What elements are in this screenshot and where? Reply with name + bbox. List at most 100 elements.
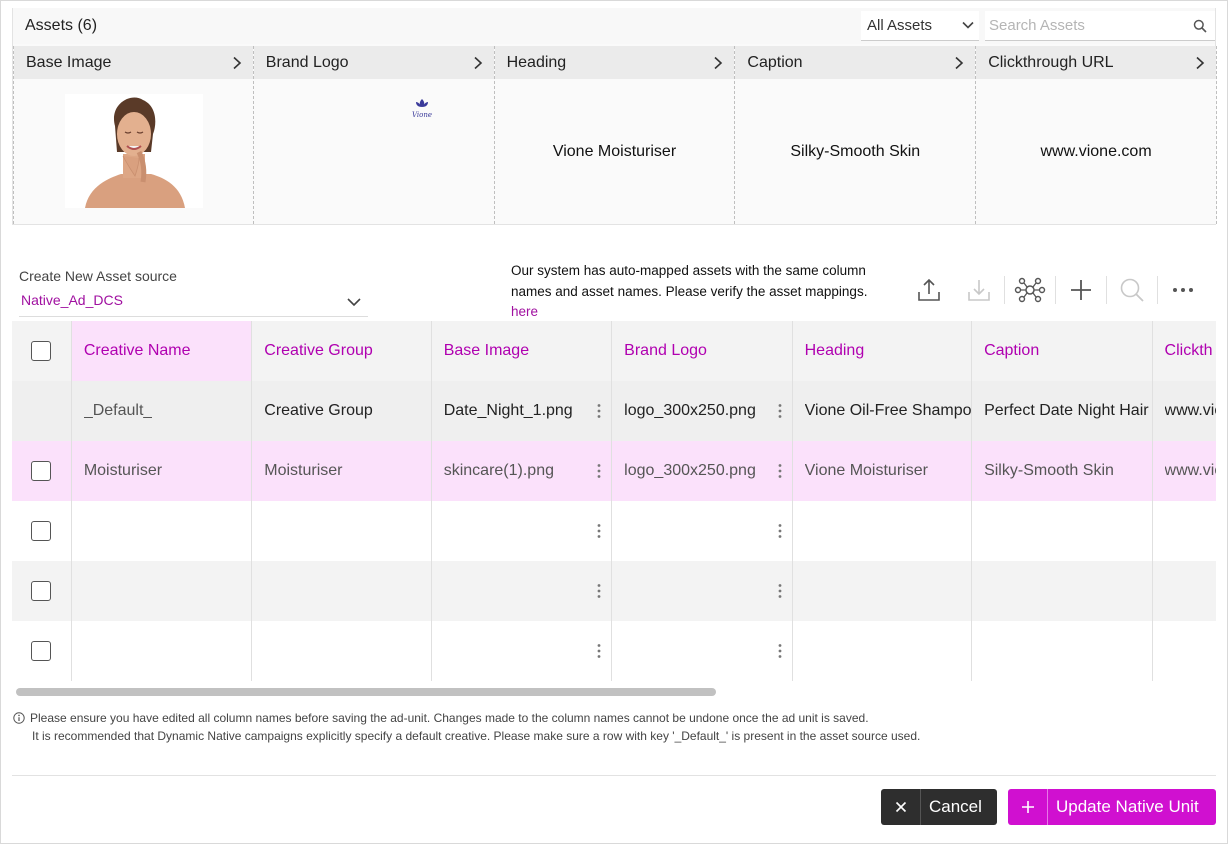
chevron-right-icon: [955, 56, 964, 70]
grid-cell[interactable]: logo_300x250.png: [612, 381, 793, 441]
grid-cell[interactable]: [793, 561, 973, 621]
chevron-down-icon: [962, 21, 974, 29]
table-row[interactable]: [12, 501, 1216, 561]
grid-cell[interactable]: www.vione.com: [1153, 381, 1216, 441]
grid-cell[interactable]: [1153, 501, 1216, 561]
asset-source-grid: Creative Name Creative Group Base Image …: [12, 321, 1216, 683]
search-icon[interactable]: [1193, 19, 1207, 33]
grid-cell[interactable]: Perfect Date Night Hair: [972, 381, 1153, 441]
grid-cell[interactable]: Vione Moisturiser: [793, 441, 973, 501]
table-row[interactable]: _Default_ Creative Group Date_Night_1.pn…: [12, 381, 1216, 441]
column-header[interactable]: Brand Logo: [612, 321, 793, 381]
cancel-button[interactable]: Cancel: [881, 789, 997, 825]
kebab-menu-icon[interactable]: [597, 463, 601, 479]
grid-cell[interactable]: [972, 561, 1153, 621]
download-button[interactable]: [962, 273, 996, 307]
kebab-menu-icon[interactable]: [778, 463, 782, 479]
grid-cell[interactable]: [432, 501, 613, 561]
grid-cell[interactable]: skincare(1).png: [432, 441, 613, 501]
row-checkbox[interactable]: [31, 641, 52, 661]
cell-text: Date_Night_1.png: [443, 402, 573, 419]
table-row[interactable]: [12, 621, 1216, 681]
asset-column-label: Clickthrough URL: [988, 53, 1114, 71]
kebab-menu-icon[interactable]: [597, 403, 601, 419]
note-line-2: It is recommended that Dynamic Native ca…: [32, 729, 921, 743]
asset-column-body: Vione Moisturiser: [495, 79, 735, 224]
row-checkbox[interactable]: [31, 521, 52, 541]
grid-cell[interactable]: [432, 621, 613, 681]
add-button[interactable]: [1064, 273, 1098, 307]
grid-cell[interactable]: Date_Night_1.png: [432, 381, 613, 441]
toolbar-divider: [1106, 276, 1107, 304]
column-header[interactable]: Creative Name: [71, 321, 253, 381]
grid-cell[interactable]: [612, 561, 793, 621]
grid-cell[interactable]: _Default_: [72, 381, 253, 441]
toolbar-divider: [1055, 276, 1056, 304]
more-button[interactable]: [1166, 273, 1200, 307]
grid-cell[interactable]: [252, 501, 432, 561]
row-select-cell: [12, 501, 72, 561]
grid-cell[interactable]: Moisturiser: [252, 441, 432, 501]
kebab-menu-icon[interactable]: [597, 643, 601, 659]
horizontal-scrollbar[interactable]: [12, 686, 1216, 698]
kebab-menu-icon[interactable]: [778, 583, 782, 599]
grid-cell[interactable]: [1153, 561, 1216, 621]
asset-column-header[interactable]: Heading: [494, 46, 735, 79]
kebab-menu-icon[interactable]: [597, 523, 601, 539]
grid-cell[interactable]: [72, 621, 253, 681]
grid-cell[interactable]: [793, 621, 973, 681]
row-checkbox[interactable]: [31, 581, 52, 601]
grid-cell[interactable]: [1153, 621, 1216, 681]
grid-cell[interactable]: [972, 621, 1153, 681]
automap-message: Our system has auto-mapped assets with t…: [511, 261, 891, 323]
table-row[interactable]: [12, 561, 1216, 621]
kebab-menu-icon[interactable]: [778, 523, 782, 539]
grid-cell[interactable]: [252, 561, 432, 621]
column-header[interactable]: Base Image: [432, 321, 613, 381]
grid-cell[interactable]: [612, 501, 793, 561]
asset-column-header[interactable]: Caption: [735, 46, 976, 79]
caption-value: Silky-Smooth Skin: [790, 142, 921, 160]
scrollbar-thumb[interactable]: [16, 688, 716, 696]
kebab-menu-icon[interactable]: [778, 643, 782, 659]
automap-link[interactable]: here: [511, 304, 538, 319]
column-header[interactable]: Heading: [793, 321, 973, 381]
grid-cell[interactable]: [72, 501, 253, 561]
grid-cell[interactable]: [252, 621, 432, 681]
grid-cell[interactable]: logo_300x250.png: [612, 441, 793, 501]
column-header[interactable]: Caption: [972, 321, 1153, 381]
upload-button[interactable]: [912, 273, 946, 307]
grid-cell[interactable]: [793, 501, 973, 561]
toolbar-divider: [1157, 276, 1158, 304]
grid-cell[interactable]: Silky-Smooth Skin: [972, 441, 1153, 501]
grid-cell[interactable]: [972, 501, 1153, 561]
assets-search-input[interactable]: [989, 11, 1179, 39]
grid-cell[interactable]: [612, 621, 793, 681]
grid-cell[interactable]: Creative Group: [252, 381, 432, 441]
select-all-checkbox[interactable]: [31, 341, 52, 361]
grid-cell[interactable]: Moisturiser: [72, 441, 253, 501]
asset-column-header[interactable]: Base Image: [14, 46, 253, 79]
close-icon: [881, 789, 921, 825]
grid-search-button[interactable]: [1115, 273, 1149, 307]
kebab-menu-icon[interactable]: [778, 403, 782, 419]
grid-cell[interactable]: Vione Oil-Free Shampoo: [793, 381, 973, 441]
asset-source-select[interactable]: Native_Ad_DCS: [19, 289, 368, 317]
cell-text: Moisturiser: [83, 462, 163, 479]
update-native-unit-button[interactable]: Update Native Unit: [1008, 789, 1216, 825]
row-checkbox[interactable]: [31, 461, 52, 481]
cell-text: Silky-Smooth Skin: [984, 462, 1114, 479]
table-row[interactable]: Moisturiser Moisturiser skincare(1).png …: [12, 441, 1216, 501]
asset-column-header[interactable]: Clickthrough URL: [976, 46, 1216, 79]
column-header[interactable]: Creative Group: [252, 321, 432, 381]
assets-filter-select[interactable]: All Assets: [861, 11, 979, 41]
mapping-button[interactable]: [1013, 273, 1047, 307]
asset-column-clickthrough-url: Clickthrough URL www.vione.com: [976, 46, 1217, 224]
grid-cell[interactable]: www.vione.com: [1153, 441, 1216, 501]
asset-column-header[interactable]: Brand Logo: [253, 46, 494, 79]
grid-cell[interactable]: [72, 561, 253, 621]
grid-cell[interactable]: [432, 561, 613, 621]
cell-text: Moisturiser: [264, 462, 343, 479]
kebab-menu-icon[interactable]: [597, 583, 601, 599]
column-header[interactable]: Clickth: [1153, 321, 1216, 381]
